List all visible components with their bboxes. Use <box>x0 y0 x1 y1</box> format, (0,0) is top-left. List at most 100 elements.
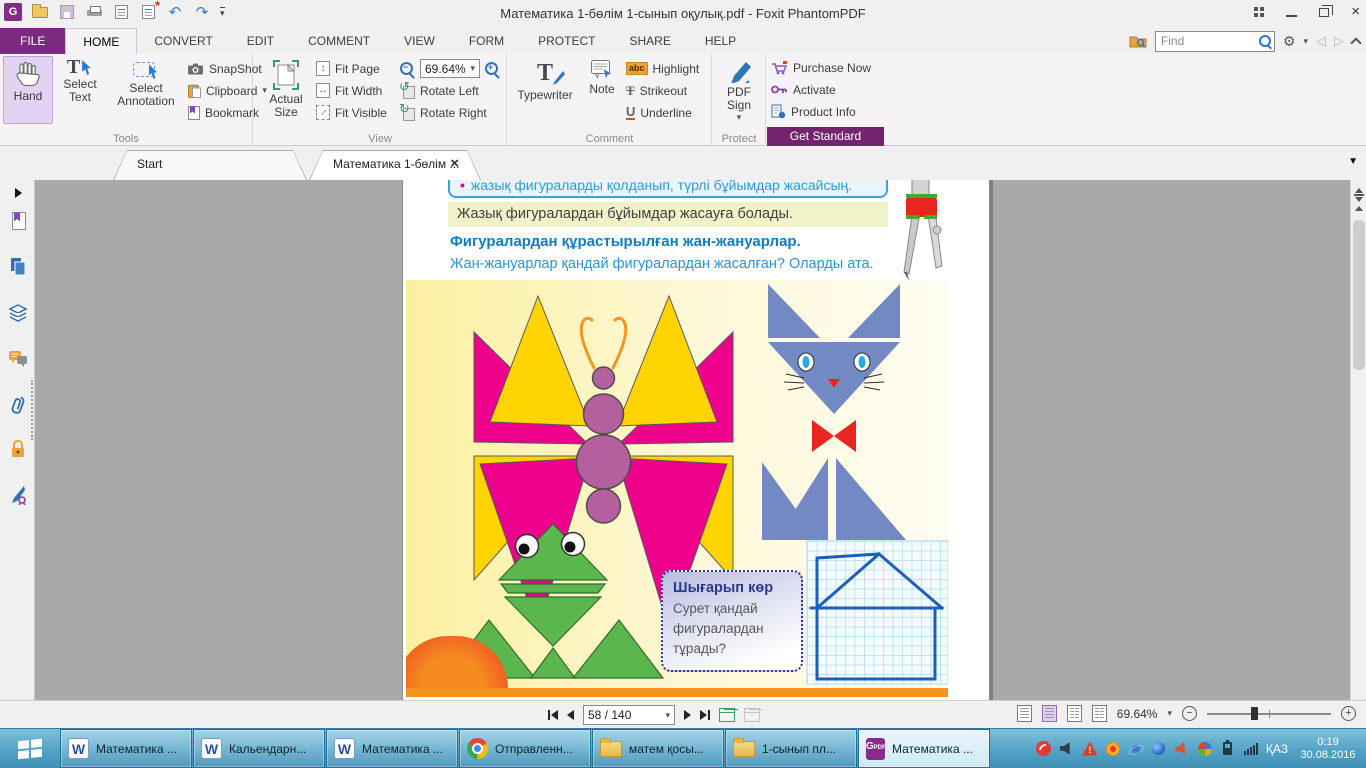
find-options-gear-icon[interactable]: ⚙ <box>1283 33 1296 50</box>
bookmarks-panel-icon[interactable] <box>7 210 29 232</box>
save-icon[interactable] <box>58 3 76 21</box>
warning-tray-icon[interactable]: ! <box>1082 741 1098 757</box>
minimize-icon[interactable] <box>1286 15 1298 17</box>
antivirus-tray-icon[interactable] <box>1105 741 1121 757</box>
network-tray-icon[interactable] <box>1243 741 1259 757</box>
volume-tray-icon[interactable] <box>1059 741 1075 757</box>
tab-convert[interactable]: CONVERT <box>137 28 229 54</box>
restore-icon[interactable] <box>1319 4 1334 17</box>
bookmark-button[interactable]: Bookmark <box>188 102 259 123</box>
select-text-button[interactable]: T Select Text <box>55 56 105 124</box>
zoom-out-button[interactable]: − <box>400 59 416 80</box>
get-standard-banner[interactable]: Get Standard <box>767 127 884 146</box>
open-file-icon[interactable] <box>31 3 49 21</box>
typewriter-button[interactable]: T Typewriter <box>512 56 578 124</box>
tab-edit[interactable]: EDIT <box>230 28 291 54</box>
last-page-button[interactable] <box>700 710 710 720</box>
tab-document[interactable]: Математика 1-бөлім ... × <box>309 150 481 180</box>
signature-panel-icon[interactable] <box>7 484 29 506</box>
pdf-page[interactable]: • жазық фигураларды қолданып, түрлі бұйым… <box>402 180 990 700</box>
properties-icon[interactable] <box>112 3 130 21</box>
redo-icon[interactable]: ↷ <box>193 3 211 21</box>
taskbar-button-chrome[interactable]: Отправленн... <box>459 729 591 768</box>
product-info-button[interactable]: Product Info <box>771 101 856 122</box>
actual-size-button[interactable]: Actual Size <box>260 56 312 124</box>
red-app-tray-icon[interactable] <box>1036 741 1052 757</box>
single-page-view-icon[interactable] <box>1016 705 1032 722</box>
find-options-dropdown-icon[interactable]: ▾ <box>1303 36 1308 47</box>
zoom-slider[interactable] <box>1207 706 1331 721</box>
purchase-now-button[interactable]: Purchase Now <box>771 57 871 78</box>
tab-comment[interactable]: COMMENT <box>291 28 387 54</box>
utility-tray-icon[interactable] <box>1151 741 1167 757</box>
find-previous-icon[interactable]: ◁ <box>1316 33 1326 49</box>
tab-view[interactable]: VIEW <box>387 28 452 54</box>
find-next-icon[interactable]: ▷ <box>1334 33 1344 49</box>
planet-tray-icon[interactable] <box>1128 741 1144 757</box>
zoom-in-button[interactable]: + <box>1341 706 1356 721</box>
clock[interactable]: 0:19 30.08.2016 <box>1295 736 1361 762</box>
panel-splitter[interactable] <box>31 380 33 440</box>
hand-tool-button[interactable]: Hand <box>3 56 53 124</box>
shareit-tray-icon[interactable] <box>1197 741 1213 757</box>
tab-start[interactable]: Start <box>113 150 307 180</box>
search-folder-icon[interactable] <box>1129 34 1147 48</box>
note-button[interactable]: Note <box>582 56 622 124</box>
ui-options-icon[interactable] <box>1254 7 1265 17</box>
underline-button[interactable]: U Underline <box>626 102 692 123</box>
tab-form[interactable]: FORM <box>452 28 521 54</box>
start-button[interactable] <box>0 729 60 768</box>
previous-page-button[interactable] <box>567 710 574 720</box>
strikeout-button[interactable]: T Strikeout <box>626 80 687 101</box>
snapshot-button[interactable]: SnapShot <box>188 58 262 79</box>
print-icon[interactable] <box>85 3 103 21</box>
tab-share[interactable]: SHARE <box>612 28 687 54</box>
audio-tray-icon[interactable] <box>1174 741 1190 757</box>
pages-panel-icon[interactable] <box>7 256 29 278</box>
taskbar-button-word-2[interactable]: W Кальендарн... <box>193 729 325 768</box>
taskbar-button-foxit[interactable]: GPDF Математика ... <box>858 729 990 768</box>
rotate-right-button[interactable]: ↻ Rotate Right <box>399 101 487 123</box>
comments-panel-icon[interactable] <box>7 348 29 370</box>
pdf-sign-button[interactable]: PDF Sign ▾ <box>715 56 763 124</box>
zoom-slider-thumb[interactable] <box>1251 707 1258 720</box>
undo-icon[interactable]: ↶ <box>166 3 184 21</box>
taskbar-button-word-1[interactable]: W Математика ... <box>60 729 192 768</box>
tab-file[interactable]: FILE <box>0 28 66 54</box>
tab-help[interactable]: HELP <box>688 28 753 54</box>
scrollbar-thumb[interactable] <box>1353 220 1365 370</box>
select-annotation-button[interactable]: Select Annotation <box>107 56 185 124</box>
search-icon[interactable] <box>1258 34 1272 48</box>
continuous-facing-view-icon[interactable] <box>1091 705 1107 722</box>
highlight-button[interactable]: abc Highlight <box>626 58 699 79</box>
find-input[interactable] <box>1154 30 1275 52</box>
zoom-out-button[interactable]: − <box>1182 706 1197 721</box>
expand-panel-icon[interactable] <box>7 182 29 204</box>
next-view-button[interactable] <box>744 708 760 722</box>
tab-home[interactable]: HOME <box>65 28 138 54</box>
close-tab-icon[interactable]: × <box>450 155 459 172</box>
taskbar-button-folder-1[interactable]: матем қосы... <box>592 729 724 768</box>
facing-view-icon[interactable] <box>1066 705 1082 722</box>
close-icon[interactable]: × <box>1351 4 1360 20</box>
rotate-left-button[interactable]: ↺ Rotate Left <box>399 79 479 101</box>
power-tray-icon[interactable] <box>1220 740 1236 757</box>
fit-page-button[interactable]: ↕ Fit Page <box>316 58 380 79</box>
language-indicator[interactable]: ҚАЗ <box>1266 742 1288 756</box>
tab-list-icon[interactable]: ▼ <box>1348 156 1358 167</box>
zoom-in-button[interactable]: + <box>485 59 501 80</box>
next-page-button[interactable] <box>684 710 691 720</box>
first-page-button[interactable] <box>548 710 558 720</box>
layers-panel-icon[interactable] <box>7 302 29 324</box>
activate-button[interactable]: Activate <box>771 79 836 100</box>
security-panel-icon[interactable] <box>7 438 29 460</box>
scroll-up-icon[interactable] <box>1355 202 1363 211</box>
taskbar-button-folder-2[interactable]: 1-сынып пл... <box>725 729 857 768</box>
collapse-ribbon-icon[interactable] <box>1350 37 1362 49</box>
continuous-view-icon[interactable] <box>1041 705 1057 722</box>
previous-view-button[interactable] <box>719 708 735 722</box>
taskbar-button-word-3[interactable]: W Математика ... <box>326 729 458 768</box>
page-number-combo[interactable]: 58 / 140 ▾ <box>583 705 675 725</box>
zoom-level-combo[interactable]: 69.64% ▾ <box>420 59 480 78</box>
tab-protect[interactable]: PROTECT <box>521 28 612 54</box>
